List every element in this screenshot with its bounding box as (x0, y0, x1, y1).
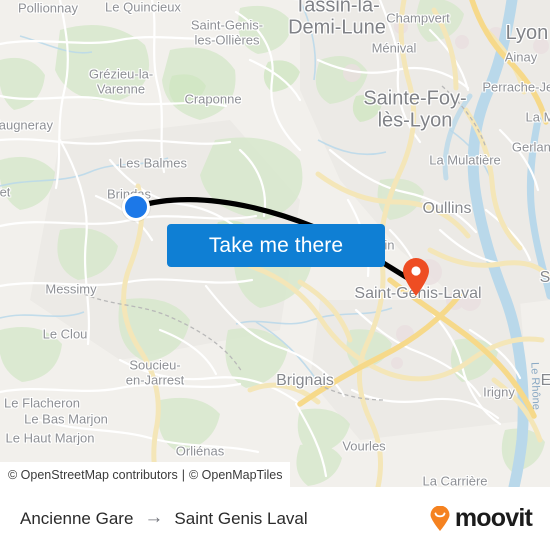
moovit-map-page: Pollionnay Le Quincieux Saint-Genis- les-O… (0, 0, 550, 550)
attribution-osm[interactable]: © OpenStreetMap contributors (8, 468, 178, 482)
destination-marker[interactable] (401, 257, 431, 297)
attribution-separator: | (181, 467, 185, 482)
map-attribution: © OpenStreetMap contributors | © OpenMap… (0, 462, 291, 487)
footer-bar: Ancienne Gare → Saint Genis Laval moovit (0, 487, 550, 550)
arrow-right-icon: → (144, 507, 164, 528)
map-pin-icon (403, 258, 429, 296)
attribution-tiles[interactable]: © OpenMapTiles (189, 468, 283, 482)
map-canvas[interactable]: Pollionnay Le Quincieux Saint-Genis- les-O… (0, 0, 550, 487)
destination-name: Saint Genis Laval (174, 508, 308, 528)
origin-marker[interactable] (122, 193, 150, 221)
route-summary: Ancienne Gare → Saint Genis Laval (20, 507, 308, 529)
moovit-logo[interactable]: moovit (427, 504, 533, 532)
moovit-pin-icon (430, 505, 450, 531)
origin-name: Ancienne Gare (20, 508, 134, 528)
moovit-wordmark: moovit (454, 504, 533, 532)
take-me-there-button[interactable]: Take me there (167, 224, 385, 267)
